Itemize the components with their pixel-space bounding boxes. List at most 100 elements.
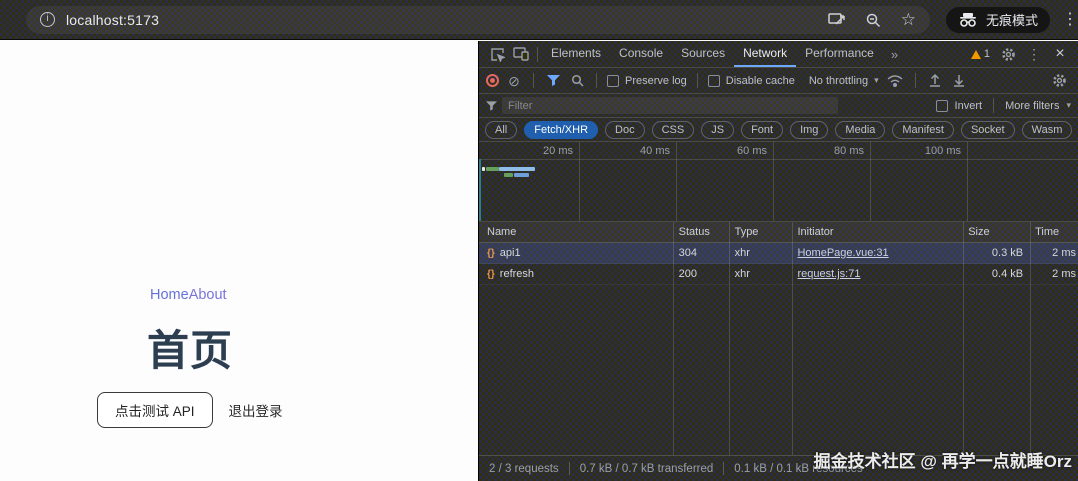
export-har-icon[interactable] (950, 70, 968, 92)
col-header-size[interactable]: Size (962, 226, 1029, 238)
toolbar-divider (596, 73, 597, 88)
preserve-log-checkbox[interactable] (607, 75, 619, 87)
request-name: api1 (500, 247, 521, 259)
logout-button[interactable]: 退出登录 (225, 393, 287, 427)
bookmark-star-icon[interactable]: ☆ (901, 10, 916, 30)
column-separator[interactable] (792, 222, 793, 455)
tick-60ms: 60 ms (707, 145, 767, 157)
disable-cache-checkbox[interactable] (708, 75, 720, 87)
initiator-link[interactable]: request.js:71 (797, 268, 860, 280)
nav-link-home[interactable]: Home (150, 287, 189, 303)
chip-img[interactable]: Img (790, 121, 828, 139)
overview-left-handle[interactable] (479, 159, 481, 221)
filter-input[interactable]: Filter (502, 97, 838, 114)
network-conditions-icon[interactable] (885, 70, 905, 92)
chip-manifest[interactable]: Manifest (892, 121, 954, 139)
network-settings-icon[interactable] (1047, 70, 1071, 92)
request-name-cell[interactable]: {}refresh (479, 268, 673, 280)
invert-checkbox[interactable] (936, 100, 948, 112)
timeline-ruler: 20 ms 40 ms 60 ms 80 ms 100 ms (479, 142, 1078, 160)
column-separator[interactable] (963, 222, 964, 455)
test-api-button[interactable]: 点击测试 API (97, 392, 213, 428)
waterfall-bar (486, 167, 499, 171)
tab-elements[interactable]: Elements (542, 41, 610, 67)
browser-toolbar: i localhost:5173 ☆ (0, 0, 1078, 40)
chip-doc[interactable]: Doc (605, 121, 645, 139)
statusbar-divider (569, 462, 570, 475)
transferred-summary: 0.7 kB / 0.7 kB transferred (580, 463, 714, 475)
browser-menu-icon[interactable]: ⋮ (1062, 12, 1078, 28)
network-overview[interactable]: 20 ms 40 ms 60 ms 80 ms 100 ms (479, 142, 1078, 222)
chip-wasm[interactable]: Wasm (1022, 121, 1073, 139)
page-title: 首页 (147, 317, 233, 378)
col-header-type[interactable]: Type (729, 226, 792, 238)
inspect-element-icon[interactable] (485, 43, 509, 65)
address-bar[interactable]: i localhost:5173 ☆ (26, 6, 930, 34)
request-status: 200 (673, 268, 729, 280)
filter-funnel-small-icon (486, 101, 497, 111)
incognito-badge: 无痕模式 (946, 7, 1050, 33)
more-tabs-icon[interactable]: » (883, 47, 906, 62)
chip-css[interactable]: CSS (652, 121, 695, 139)
invert-label[interactable]: Invert (955, 100, 983, 112)
tab-network[interactable]: Network (734, 41, 796, 67)
import-har-icon[interactable] (926, 70, 944, 92)
devtools-close-icon[interactable]: × (1048, 43, 1072, 65)
throttling-caret-icon: ▾ (874, 75, 879, 86)
chip-all[interactable]: All (485, 121, 517, 139)
request-time: 2 ms (1029, 247, 1078, 259)
device-toolbar-icon[interactable] (509, 43, 533, 65)
col-header-name[interactable]: Name (479, 226, 673, 238)
send-to-devices-icon[interactable] (828, 12, 845, 27)
site-info-icon[interactable]: i (40, 12, 55, 27)
network-toolbar: ⊘ Preserve log Disable cache No throttli… (479, 68, 1078, 94)
column-separator[interactable] (673, 222, 674, 455)
clear-network-icon[interactable]: ⊘ (505, 70, 523, 92)
col-header-status[interactable]: Status (673, 226, 729, 238)
waterfall-bar (504, 173, 513, 177)
more-filters-button[interactable]: More filters (1005, 100, 1059, 112)
record-network-icon[interactable] (486, 74, 499, 87)
table-row[interactable]: {}refresh 200 xhr request.js:71 0.4 kB 2… (479, 264, 1078, 285)
waterfall-bar (482, 167, 485, 171)
incognito-label: 无痕模式 (986, 10, 1038, 29)
chip-js[interactable]: JS (701, 121, 734, 139)
column-separator[interactable] (729, 222, 730, 455)
throttling-select[interactable]: No throttling (809, 75, 868, 87)
filter-funnel-icon[interactable] (544, 70, 562, 92)
devtools-settings-icon[interactable] (996, 43, 1020, 65)
request-name-cell[interactable]: {} api1 (479, 247, 673, 259)
browser-window: i localhost:5173 ☆ (0, 0, 1078, 481)
zoom-level-icon[interactable] (865, 12, 881, 28)
tab-console[interactable]: Console (610, 41, 672, 67)
search-icon[interactable] (568, 70, 586, 92)
column-separator[interactable] (1030, 222, 1031, 455)
requests-summary[interactable]: 2 / 3 requests (489, 463, 559, 475)
toolbar-divider (533, 73, 534, 88)
col-header-initiator[interactable]: Initiator (791, 226, 962, 238)
tab-sources[interactable]: Sources (672, 41, 734, 67)
chip-fetch-xhr[interactable]: Fetch/XHR (524, 121, 598, 139)
xhr-braces-icon: {} (487, 269, 495, 280)
col-header-time[interactable]: Time (1029, 226, 1078, 238)
devtools-menu-icon[interactable]: ⋮ (1022, 43, 1046, 65)
issues-warning[interactable]: 1 (967, 48, 994, 60)
page-buttons: 点击测试 API 退出登录 (97, 392, 287, 428)
chip-font[interactable]: Font (741, 121, 783, 139)
tab-performance[interactable]: Performance (796, 41, 883, 67)
tabbar-divider (537, 47, 538, 62)
disable-cache-label[interactable]: Disable cache (726, 75, 795, 87)
initiator-link[interactable]: HomePage.vue:31 (797, 247, 888, 259)
devtools-panel: Elements Console Sources Network Perform… (478, 41, 1078, 481)
url-text[interactable]: localhost:5173 (66, 12, 159, 28)
resources-summary: 0.1 kB / 0.1 kB resources (734, 463, 862, 475)
xhr-braces-icon: {} (487, 248, 495, 259)
table-row[interactable]: {}api1 304 xhr HomePage.vue:31 0.3 kB 2 … (479, 243, 1078, 264)
table-header-row: Name Status Type Initiator Size Time (479, 222, 1078, 243)
chip-socket[interactable]: Socket (961, 121, 1015, 139)
tick-40ms: 40 ms (610, 145, 670, 157)
preserve-log-label[interactable]: Preserve log (625, 75, 687, 87)
warning-triangle-icon (971, 50, 981, 59)
chip-media[interactable]: Media (835, 121, 885, 139)
nav-link-about[interactable]: About (189, 287, 227, 303)
